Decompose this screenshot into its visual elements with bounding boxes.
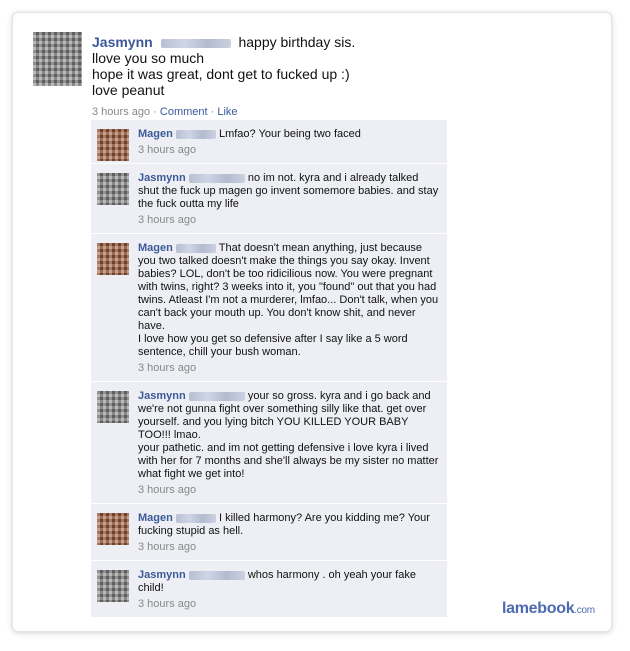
post-line: hope it was great, dont get to fucked up… [92, 66, 350, 82]
avatar[interactable] [97, 173, 129, 205]
comment-timestamp: 3 hours ago [138, 362, 197, 374]
comment: Jasmynn whos harmony . oh yeah your fake… [91, 561, 447, 618]
avatar[interactable] [97, 391, 129, 423]
separator: · [150, 106, 160, 118]
comment-link[interactable]: Comment [160, 106, 208, 118]
post-line: love peanut [92, 82, 165, 98]
brand-name: lamebook [502, 600, 575, 617]
comment-author[interactable]: Magen [138, 242, 173, 254]
blurred-surname [188, 173, 245, 183]
wall-post: Jasmynn happy birthday sis. llove you so… [92, 34, 512, 120]
avatar[interactable] [97, 513, 129, 545]
like-link[interactable]: Like [217, 106, 237, 118]
comment: Jasmynn no im not. kyra and i already ta… [91, 164, 447, 234]
blurred-surname [175, 129, 216, 139]
comment-text: That doesn't mean anything, just because… [138, 242, 439, 358]
blurred-surname [188, 570, 245, 580]
comment-text: Lmfao? Your being two faced [218, 128, 361, 140]
post-meta: 3 hours ago · Comment · Like [92, 104, 512, 120]
post-timestamp: 3 hours ago [92, 106, 151, 118]
comment-author[interactable]: Jasmynn [138, 390, 186, 402]
avatar[interactable] [97, 243, 129, 275]
brand-suffix: .com [574, 605, 595, 616]
comment: Magen I killed harmony? Are you kidding … [91, 504, 447, 561]
comment-author[interactable]: Jasmynn [138, 569, 186, 581]
post-line: llove you so much [92, 50, 205, 66]
comment-author[interactable]: Magen [138, 128, 173, 140]
separator: · [207, 106, 218, 118]
comment-author[interactable]: Jasmynn [138, 172, 186, 184]
blurred-surname [175, 513, 216, 523]
comment: Jasmynn your so gross. kyra and i go bac… [91, 382, 447, 504]
comment-timestamp: 3 hours ago [138, 144, 197, 156]
avatar[interactable] [97, 129, 129, 161]
post-line: happy birthday sis. [238, 34, 356, 50]
comment-text: your so gross. kyra and i go back and we… [138, 390, 439, 480]
lamebook-logo[interactable]: lamebook.com [502, 600, 595, 618]
comment: Magen That doesn't mean anything, just b… [91, 234, 447, 382]
comment-timestamp: 3 hours ago [138, 598, 197, 610]
comment-timestamp: 3 hours ago [138, 214, 197, 226]
avatar[interactable] [33, 32, 82, 86]
blurred-surname [160, 38, 231, 48]
avatar[interactable] [97, 570, 129, 602]
blurred-surname [175, 243, 216, 253]
comment-author[interactable]: Magen [138, 512, 173, 524]
comment: Magen Lmfao? Your being two faced 3 hour… [91, 120, 447, 164]
comment-timestamp: 3 hours ago [138, 541, 197, 553]
comment-thread: Magen Lmfao? Your being two faced 3 hour… [91, 120, 447, 618]
post-author[interactable]: Jasmynn [92, 34, 153, 50]
blurred-surname [188, 391, 245, 401]
comment-timestamp: 3 hours ago [138, 484, 197, 496]
